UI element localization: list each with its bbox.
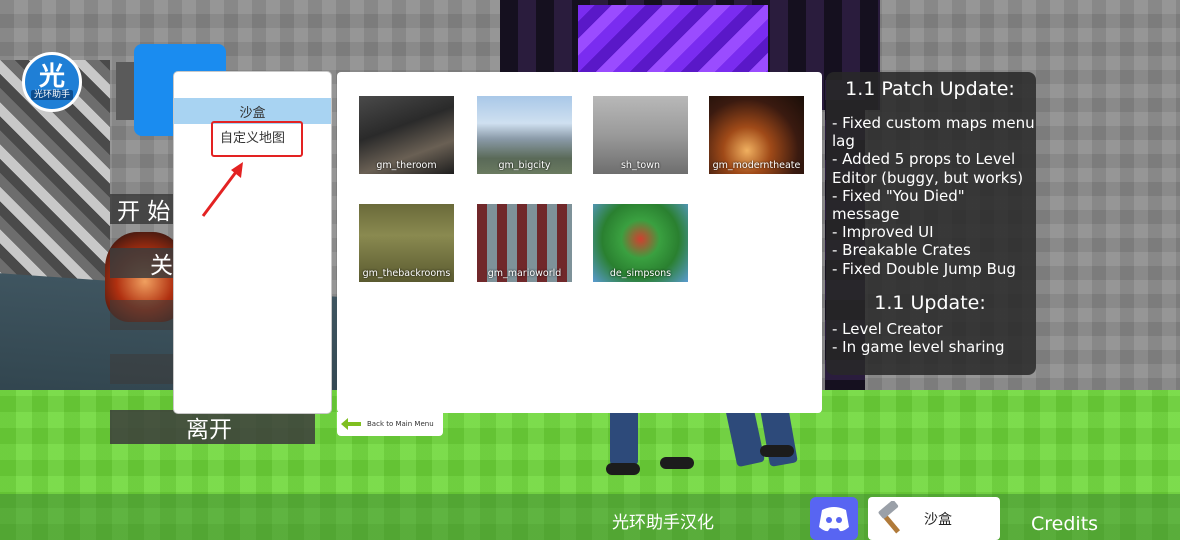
watermark-logo: 光 光环助手 — [22, 52, 82, 112]
red-arrow-annotation — [201, 162, 243, 217]
patch-note-item: - Added 5 props to Level Editor (buggy, … — [832, 150, 1024, 187]
map-thumb-sh_town[interactable]: sh_town — [593, 96, 688, 174]
patch-note-item: - Fixed custom maps menu lag — [832, 114, 1035, 151]
map-thumb-gm_moderntheate[interactable]: gm_moderntheate — [709, 96, 804, 174]
back-arrow-icon — [341, 418, 361, 430]
patch-note-item: - Fixed Double Jump Bug — [832, 259, 1016, 278]
update-note-item: - In game level sharing — [832, 338, 1005, 357]
exit-label: 离开 — [186, 417, 232, 443]
sandbox-button-label: 沙盒 — [924, 511, 952, 528]
hammer-icon — [878, 500, 901, 533]
map-thumb-gm_thebackrooms[interactable]: gm_thebackrooms — [359, 204, 454, 282]
logo-glyph: 光 — [38, 62, 65, 92]
discord-icon — [819, 507, 849, 532]
logo-text: 光环助手 — [30, 90, 73, 100]
credits-button[interactable]: Credits — [1031, 513, 1098, 535]
about-button[interactable]: 关 — [110, 248, 178, 279]
patch-notes-panel: 1.1 Patch Update: - Fixed custom maps me… — [826, 72, 1036, 375]
shoe — [606, 463, 640, 475]
map-name: gm_thebackrooms — [362, 268, 451, 279]
start-button[interactable]: 开 始 — [110, 194, 178, 225]
category-sandbox-label: 沙盒 — [239, 105, 266, 121]
map-thumb-gm_bigcity[interactable]: gm_bigcity — [477, 96, 572, 174]
map-thumb-gm_theroom[interactable]: gm_theroom — [359, 96, 454, 174]
map-name: gm_bigcity — [498, 160, 551, 171]
map-name: gm_marioworld — [487, 268, 562, 279]
start-label: 开 始 — [117, 199, 171, 225]
menu-panel-edge — [116, 62, 136, 120]
update-notes-title: 1.1 Update: — [874, 291, 986, 314]
highlight-annotation-box — [211, 121, 303, 157]
map-name: gm_moderntheate — [712, 160, 801, 171]
map-thumb-gm_marioworld[interactable]: gm_marioworld — [477, 204, 572, 282]
localization-credit: 光环助手汉化 — [612, 513, 714, 533]
patch-notes-title: 1.1 Patch Update: — [845, 78, 1015, 100]
menu-button[interactable] — [110, 354, 178, 384]
map-selection-panel: gm_theroom gm_bigcity sh_town gm_modernt… — [337, 72, 822, 413]
update-note-item: - Level Creator — [832, 319, 943, 338]
about-label: 关 — [150, 253, 173, 279]
menu-button[interactable] — [110, 300, 178, 330]
shoe — [760, 445, 794, 457]
discord-button[interactable] — [810, 497, 858, 540]
patch-note-item: - Improved UI — [832, 223, 934, 242]
map-name: sh_town — [620, 160, 661, 171]
shoe — [660, 457, 694, 469]
back-button-label: Back to Main Menu — [367, 420, 434, 428]
bottom-bar — [0, 494, 1180, 540]
map-name: de_simpsons — [609, 268, 672, 279]
patch-note-item: - Breakable Crates — [832, 241, 971, 260]
sandbox-mode-button[interactable]: 沙盒 — [868, 497, 1000, 540]
nether-portal — [578, 5, 768, 75]
patch-note-item: - Fixed "You Died" message — [832, 186, 965, 224]
map-thumb-de_simpsons[interactable]: de_simpsons — [593, 204, 688, 282]
exit-button[interactable]: 离开 — [110, 410, 315, 444]
map-name: gm_theroom — [376, 160, 437, 171]
back-to-main-menu-button[interactable]: Back to Main Menu — [337, 412, 443, 436]
